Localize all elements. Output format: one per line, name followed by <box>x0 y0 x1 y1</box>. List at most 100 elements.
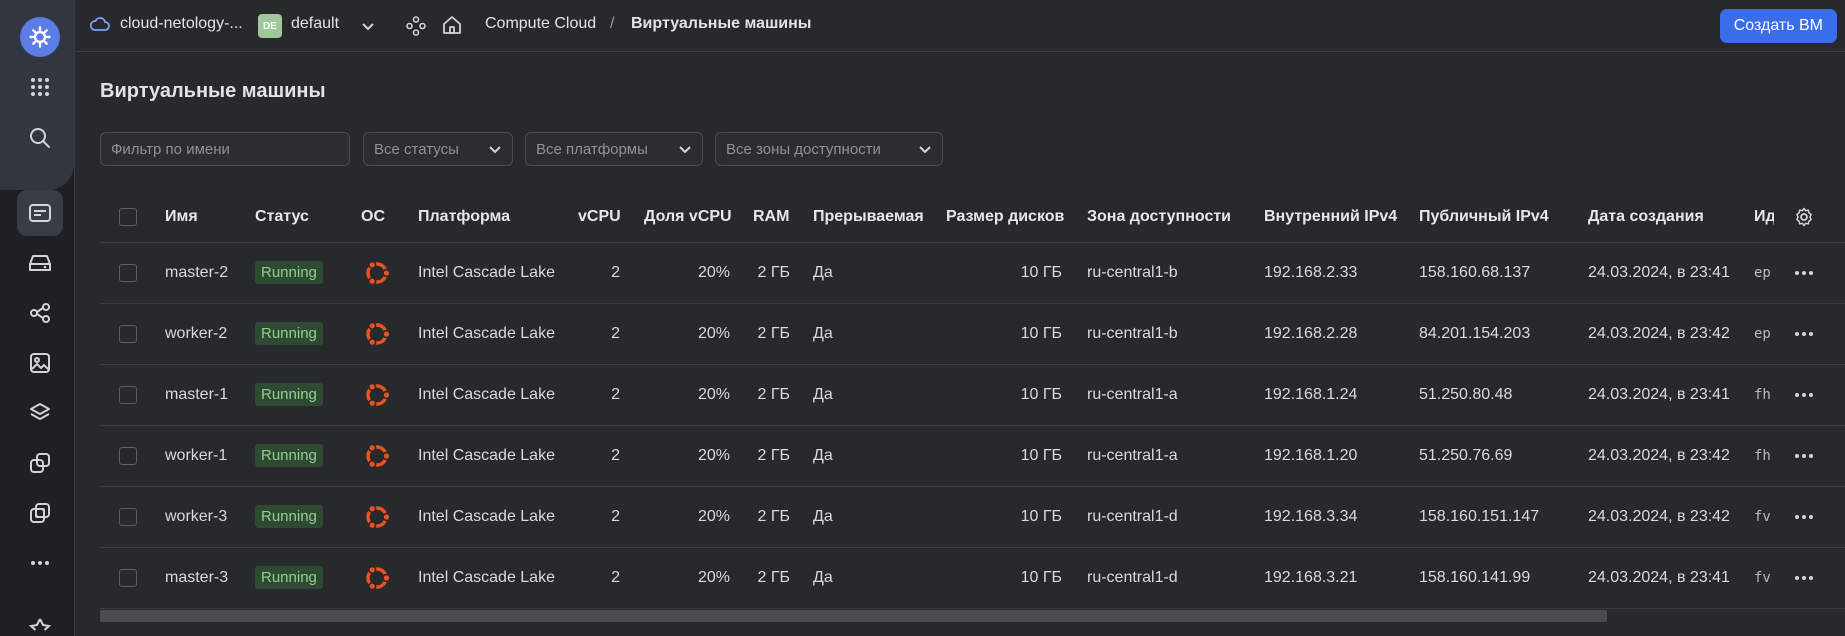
more-horizontal-icon[interactable] <box>1794 425 1814 486</box>
vm-id: fv <box>1754 508 1771 525</box>
vm-created: 24.03.2024, в 23:42 <box>1588 324 1730 342</box>
vm-internal-ip: 192.168.3.21 <box>1264 568 1358 586</box>
table-row[interactable]: master-1 Running Intel Cascade Lake 2 20… <box>100 364 1845 426</box>
col-ram[interactable]: RAM <box>753 192 789 242</box>
vm-name[interactable]: worker-1 <box>165 425 227 486</box>
more-horizontal-icon[interactable] <box>1794 364 1814 425</box>
breadcrumb-service[interactable]: Compute Cloud <box>485 15 596 33</box>
home-icon[interactable] <box>442 15 462 40</box>
more-horizontal-icon[interactable] <box>1794 242 1814 303</box>
chevron-down-icon[interactable] <box>361 19 375 37</box>
layers-icon[interactable] <box>17 390 63 436</box>
vm-internal-ip: 192.168.3.34 <box>1264 507 1358 525</box>
vm-zone: ru-central1-d <box>1087 568 1178 586</box>
status-filter-select[interactable]: Все статусы <box>363 132 513 166</box>
table-row[interactable]: master-3 Running Intel Cascade Lake 2 20… <box>100 547 1845 609</box>
ubuntu-icon <box>362 242 392 303</box>
col-status[interactable]: Статус <box>255 192 309 242</box>
row-checkbox[interactable] <box>119 486 137 547</box>
star-icon[interactable] <box>17 618 63 636</box>
row-checkbox[interactable] <box>119 425 137 486</box>
col-os[interactable]: ОС <box>361 192 385 242</box>
platform-filter-select[interactable]: Все платформы <box>525 132 703 166</box>
table-row[interactable]: worker-2 Running Intel Cascade Lake 2 20… <box>100 303 1845 365</box>
col-public-ip[interactable]: Публичный IPv4 <box>1419 192 1549 242</box>
status-filter-label: Все статусы <box>374 140 459 158</box>
col-preemptible[interactable]: Прерываемая <box>813 192 924 242</box>
virtual-machines-icon[interactable] <box>17 190 63 236</box>
top-bar: cloud-netology-... DE default Compute Cl… <box>75 0 1845 52</box>
vm-name[interactable]: master-2 <box>165 242 228 303</box>
row-checkbox[interactable] <box>119 364 137 425</box>
more-horizontal-icon[interactable] <box>17 540 63 586</box>
breadcrumb-folder[interactable]: default <box>291 15 339 33</box>
col-vcpu[interactable]: vCPU <box>578 192 621 242</box>
vm-disk-size: 10 ГБ <box>1020 385 1062 403</box>
vm-preemptible: Да <box>813 263 833 281</box>
vm-internal-ip: 192.168.1.24 <box>1264 385 1358 403</box>
table-row[interactable]: worker-3 Running Intel Cascade Lake 2 20… <box>100 486 1845 548</box>
vm-name[interactable]: worker-2 <box>165 303 227 364</box>
more-horizontal-icon[interactable] <box>1794 486 1814 547</box>
status-badge: Running <box>255 547 323 608</box>
vm-created: 24.03.2024, в 23:41 <box>1588 385 1730 403</box>
search-icon[interactable] <box>17 115 63 161</box>
create-vm-button[interactable]: Создать ВМ <box>1719 9 1837 43</box>
col-created[interactable]: Дата создания <box>1588 192 1704 242</box>
vm-public-ip: 158.160.141.99 <box>1419 568 1531 586</box>
row-checkbox[interactable] <box>119 547 137 608</box>
compute-service-icon[interactable] <box>406 16 426 41</box>
vm-internal-ip: 192.168.2.33 <box>1264 263 1358 281</box>
col-name[interactable]: Имя <box>165 192 198 242</box>
vm-internal-ip: 192.168.2.28 <box>1264 324 1358 342</box>
breadcrumb-separator: / <box>610 15 615 32</box>
row-checkbox[interactable] <box>119 242 137 303</box>
vm-disk-size: 10 ГБ <box>1020 507 1062 525</box>
more-horizontal-icon[interactable] <box>1794 547 1814 608</box>
services-grid-icon[interactable] <box>17 64 63 110</box>
vm-name[interactable]: worker-3 <box>165 486 227 547</box>
vm-name[interactable]: master-1 <box>165 364 228 425</box>
vm-ram: 2 ГБ <box>757 446 790 464</box>
placement-groups-icon[interactable] <box>17 490 63 536</box>
more-horizontal-icon[interactable] <box>1794 303 1814 364</box>
chevron-down-icon <box>918 142 932 159</box>
col-zone[interactable]: Зона доступности <box>1087 192 1231 242</box>
network-icon[interactable] <box>17 290 63 336</box>
col-disk-size[interactable]: Размер дисков <box>946 192 1064 242</box>
zone-filter-select[interactable]: Все зоны доступности <box>715 132 943 166</box>
breadcrumb-cloud[interactable]: cloud-netology-... <box>120 15 243 33</box>
select-all-checkbox[interactable] <box>119 192 137 242</box>
vm-created: 24.03.2024, в 23:41 <box>1588 568 1730 586</box>
images-icon[interactable] <box>17 340 63 386</box>
disks-icon[interactable] <box>17 240 63 286</box>
horizontal-scrollbar[interactable] <box>100 610 1607 622</box>
col-internal-ip[interactable]: Внутренний IPv4 <box>1264 192 1397 242</box>
vm-preemptible: Да <box>813 568 833 586</box>
vm-vcpu-share: 20% <box>697 568 730 586</box>
vm-id: fh <box>1754 447 1771 464</box>
page-title: Виртуальные машины <box>100 80 326 102</box>
table-row[interactable]: worker-1 Running Intel Cascade Lake 2 20… <box>100 425 1845 487</box>
vm-name[interactable]: master-3 <box>165 547 228 608</box>
vm-ram: 2 ГБ <box>757 263 790 281</box>
status-badge: Running <box>255 486 323 547</box>
vm-vcpu: 2 <box>611 324 620 342</box>
zone-filter-label: Все зоны доступности <box>726 140 881 158</box>
vm-zone: ru-central1-b <box>1087 263 1178 281</box>
status-badge: Running <box>255 242 323 303</box>
instance-groups-icon[interactable] <box>17 440 63 486</box>
row-checkbox[interactable] <box>119 303 137 364</box>
col-vcpu-share[interactable]: Доля vCPU <box>644 192 732 242</box>
vm-id: ep <box>1754 264 1771 281</box>
vm-id: fv <box>1754 569 1771 586</box>
vm-vcpu-share: 20% <box>697 263 730 281</box>
table-row[interactable]: master-2 Running Intel Cascade Lake 2 20… <box>100 242 1845 304</box>
vm-disk-size: 10 ГБ <box>1020 446 1062 464</box>
col-id[interactable]: Ид <box>1754 192 1774 242</box>
ubuntu-icon <box>362 547 392 608</box>
logo-icon[interactable] <box>20 17 60 57</box>
gear-icon[interactable] <box>1794 192 1814 242</box>
name-filter-input[interactable]: Фильтр по имени <box>100 132 350 166</box>
col-platform[interactable]: Платформа <box>418 192 510 242</box>
